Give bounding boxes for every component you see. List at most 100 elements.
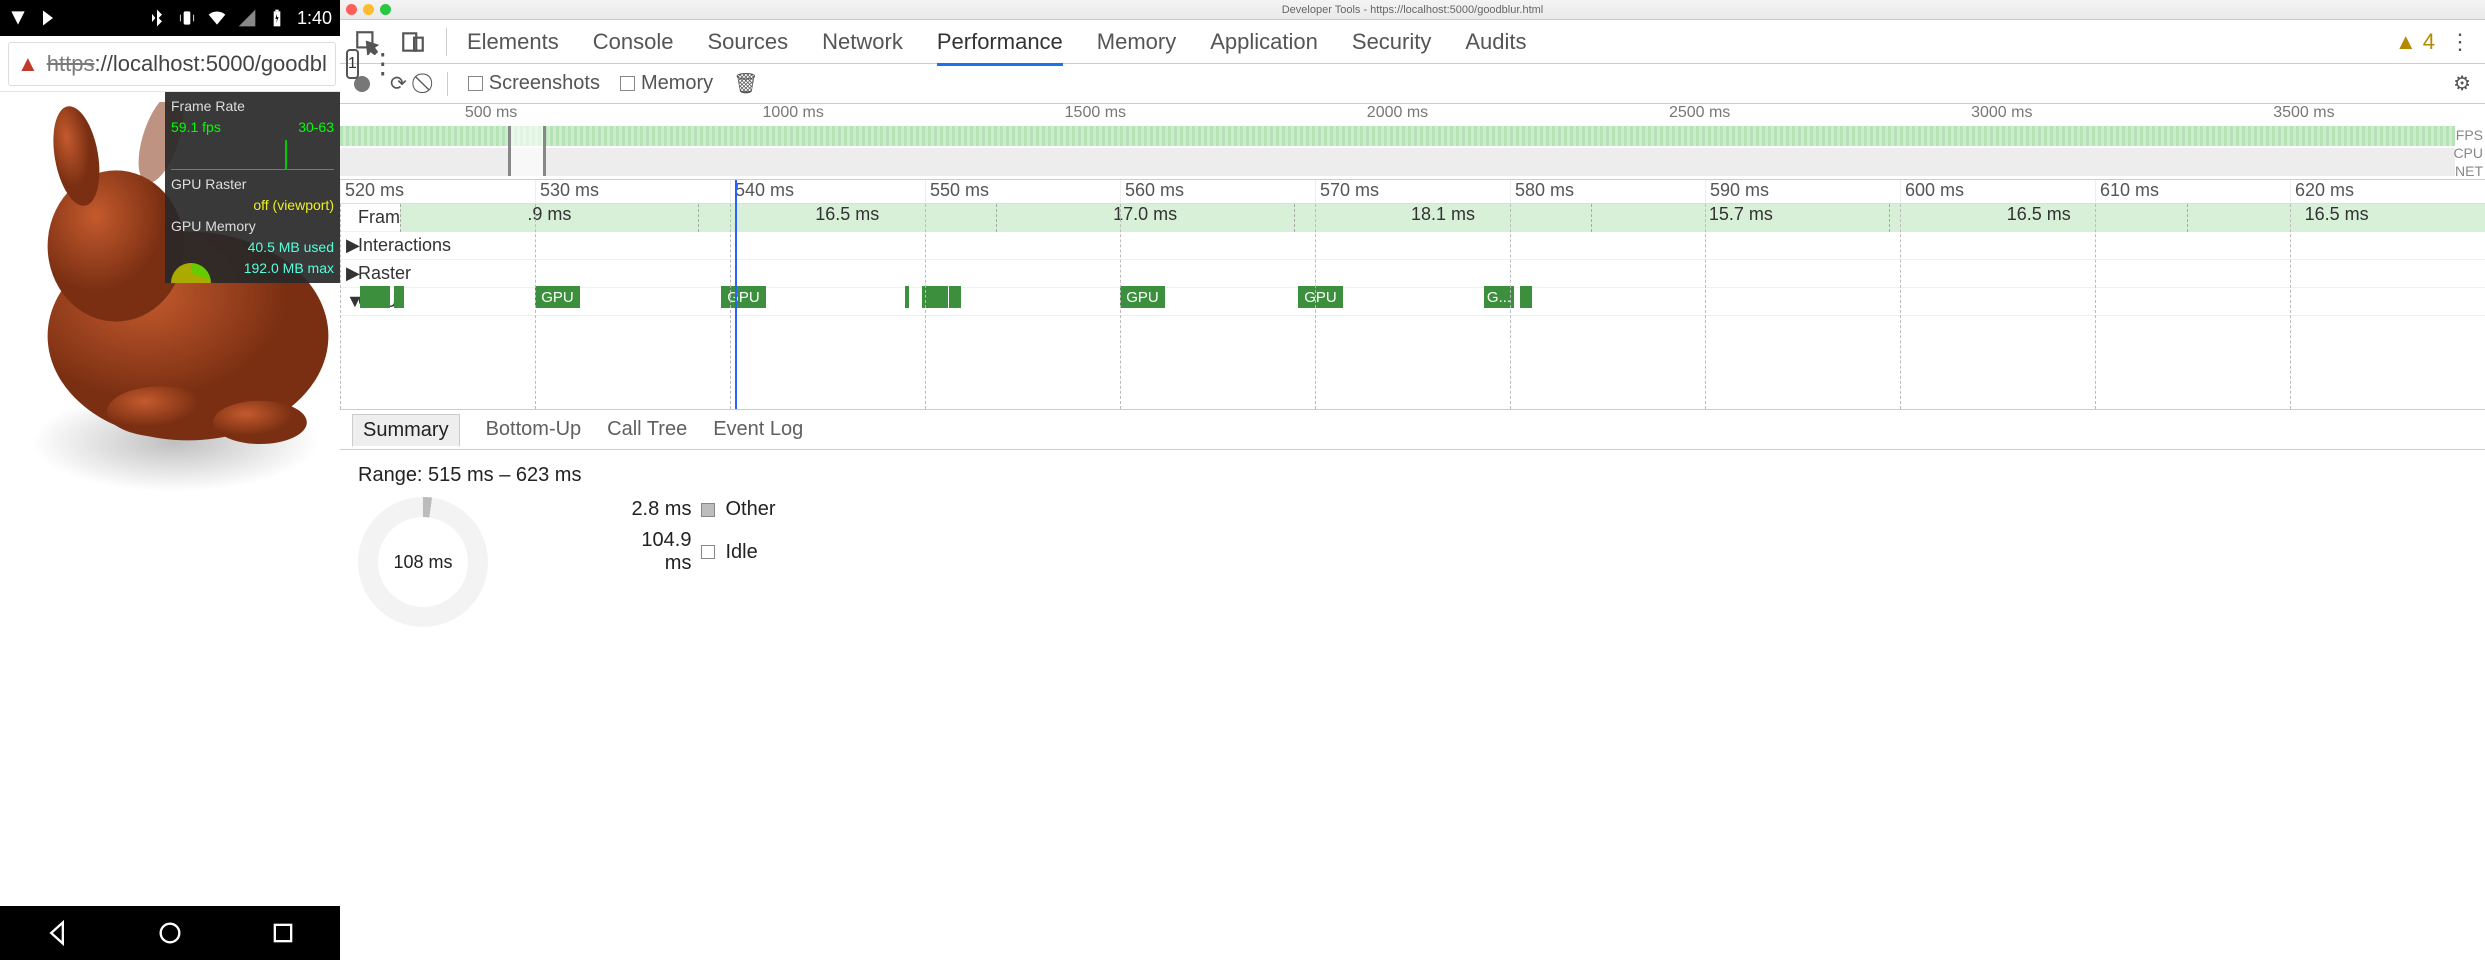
devtools-tab-security[interactable]: Security xyxy=(1352,29,1431,55)
legend-row: 104.9 msIdle xyxy=(611,529,775,575)
warnings-badge[interactable]: ▲ 4 xyxy=(2395,29,2435,55)
browser-menu-button[interactable]: ⋮ xyxy=(369,47,393,80)
window-title: Developer Tools - https://localhost:5000… xyxy=(1282,4,1544,16)
gpu-raster-value: off (viewport) xyxy=(171,195,334,216)
bluetooth-icon xyxy=(147,8,167,28)
url-rest: ://localhost:5000/goodbl xyxy=(94,51,326,76)
flame-tick: 520 ms xyxy=(340,180,535,203)
details-tab-event-log[interactable]: Event Log xyxy=(713,418,803,441)
capture-settings-icon[interactable]: ⚙ xyxy=(2453,71,2471,96)
overview-selection-handle[interactable] xyxy=(508,126,546,176)
devtools-tab-memory[interactable]: Memory xyxy=(1097,29,1176,55)
window-zoom-button[interactable] xyxy=(380,4,391,15)
overview-tick: 1500 ms xyxy=(944,104,1246,122)
details-tabs: Summary Bottom-Up Call Tree Event Log xyxy=(340,410,2485,450)
vibrate-icon xyxy=(177,8,197,28)
window-minimize-button[interactable] xyxy=(363,4,374,15)
screenshots-checkbox[interactable] xyxy=(468,76,483,91)
frame-cell[interactable]: 16.5 ms xyxy=(2187,204,2485,232)
nav-back-button[interactable] xyxy=(43,919,71,947)
clock-text: 1:40 xyxy=(297,8,332,29)
summary-donut: 108 ms xyxy=(358,497,488,627)
gpu-block[interactable]: G... xyxy=(1484,286,1514,308)
nav-home-button[interactable] xyxy=(156,919,184,947)
frame-cell[interactable]: 16.5 ms xyxy=(1889,204,2187,232)
insecure-warning-icon: ▲ xyxy=(17,51,39,77)
details-tab-bottom-up[interactable]: Bottom-Up xyxy=(486,418,582,441)
overview-tick: 1000 ms xyxy=(642,104,944,122)
notification-icon xyxy=(8,8,28,28)
gpu-mem-max: 192.0 MB max xyxy=(217,258,334,279)
overview-tick: 2000 ms xyxy=(1246,104,1548,122)
devtools-tab-audits[interactable]: Audits xyxy=(1465,29,1526,55)
devtools-tab-sources[interactable]: Sources xyxy=(707,29,788,55)
gpu-block[interactable] xyxy=(1520,286,1532,308)
android-device: 1:40 ▲ https://localhost:5000/goodbl 1 ⋮… xyxy=(0,0,340,960)
frame-cell[interactable]: 16.5 ms xyxy=(698,204,996,232)
summary-legend: 2.8 msOther104.9 msIdle xyxy=(611,498,775,575)
details-tab-summary[interactable]: Summary xyxy=(352,414,460,447)
timeline-overview[interactable]: 500 ms1000 ms1500 ms2000 ms2500 ms3000 m… xyxy=(340,104,2485,180)
devtools-tab-elements[interactable]: Elements xyxy=(467,29,559,55)
frame-cell[interactable]: 15.7 ms xyxy=(1591,204,1889,232)
garbage-collect-icon[interactable]: 🗑 xyxy=(733,71,758,96)
gpu-block[interactable] xyxy=(360,286,390,308)
gpu-track: GPU GPU GPU GPU G... xyxy=(340,286,2485,310)
flame-tick: 610 ms xyxy=(2095,180,2290,203)
gpu-block[interactable]: GPU xyxy=(1298,286,1343,308)
memory-checkbox[interactable] xyxy=(620,76,635,91)
window-close-button[interactable] xyxy=(346,4,357,15)
nav-recent-button[interactable] xyxy=(269,919,297,947)
interactions-track-header[interactable]: ▶Interactions xyxy=(340,232,2485,260)
performance-toolbar: ⟳ ⃠ Screenshots Memory 🗑 ⚙ xyxy=(340,64,2485,104)
gpu-block[interactable]: GPU xyxy=(1120,286,1165,308)
devtools-tab-console[interactable]: Console xyxy=(593,29,674,55)
address-box[interactable]: ▲ https://localhost:5000/goodbl xyxy=(8,42,336,86)
overview-tick: 3500 ms xyxy=(2153,104,2455,122)
flame-tick: 580 ms xyxy=(1510,180,1705,203)
page-viewport: Frame Rate 59.1 fps 30-63 GPU Raster off… xyxy=(0,92,340,906)
playhead[interactable] xyxy=(735,180,737,409)
wifi-icon xyxy=(207,8,227,28)
device-toolbar-icon[interactable] xyxy=(400,29,426,55)
frame-cell[interactable]: .9 ms xyxy=(400,204,698,232)
flame-tick: 540 ms xyxy=(730,180,925,203)
flame-tick: 600 ms xyxy=(1900,180,2095,203)
overview-tick: 3000 ms xyxy=(1851,104,2153,122)
flame-tick: 570 ms xyxy=(1315,180,1510,203)
devtools-tab-performance[interactable]: Performance xyxy=(937,29,1063,66)
gpu-block[interactable]: GPU xyxy=(721,286,766,308)
gpu-block[interactable] xyxy=(905,286,909,308)
url-scheme: https xyxy=(47,51,95,76)
signal-icon xyxy=(237,8,257,28)
frame-cell[interactable]: 17.0 ms xyxy=(996,204,1294,232)
flame-tick: 590 ms xyxy=(1705,180,1900,203)
details-tab-call-tree[interactable]: Call Tree xyxy=(607,418,687,441)
gpu-mem-pie-icon xyxy=(171,263,211,283)
devtools-tab-network[interactable]: Network xyxy=(822,29,903,55)
devtools-tab-application[interactable]: Application xyxy=(1210,29,1318,55)
android-nav-bar xyxy=(0,906,340,960)
gpu-mem-used: 40.5 MB used xyxy=(217,237,334,258)
flame-chart[interactable]: 520 ms530 ms540 ms550 ms560 ms570 ms580 … xyxy=(340,180,2485,410)
battery-icon xyxy=(267,8,287,28)
devtools-menu-button[interactable]: ⋮ xyxy=(2449,29,2471,55)
frames-strip[interactable]: .9 ms16.5 ms17.0 ms18.1 ms15.7 ms16.5 ms… xyxy=(400,204,2485,232)
fps-overlay: Frame Rate 59.1 fps 30-63 GPU Raster off… xyxy=(165,92,340,283)
flame-tick: 550 ms xyxy=(925,180,1120,203)
gpu-block[interactable] xyxy=(949,286,961,308)
memory-label: Memory xyxy=(641,72,713,95)
gpu-block[interactable]: GPU xyxy=(535,286,580,308)
overview-tick: 500 ms xyxy=(340,104,642,122)
overview-lane-label: NET xyxy=(2453,162,2483,180)
window-titlebar: Developer Tools - https://localhost:5000… xyxy=(340,0,2485,20)
gpu-memory-label: GPU Memory xyxy=(171,216,334,237)
tab-switcher-button[interactable]: 1 xyxy=(346,49,359,79)
devtools-tabs: ElementsConsoleSourcesNetworkPerformance… xyxy=(467,29,2375,55)
gpu-block[interactable] xyxy=(394,286,404,308)
overview-cpu-band xyxy=(340,148,2455,176)
devtools-main-toolbar: Elements Console Sources Network Performance… xyxy=(340,20,2485,64)
gpu-block[interactable] xyxy=(922,286,948,308)
frame-cell[interactable]: 18.1 ms xyxy=(1294,204,1592,232)
raster-track-header[interactable]: ▶Raster xyxy=(340,260,2485,288)
